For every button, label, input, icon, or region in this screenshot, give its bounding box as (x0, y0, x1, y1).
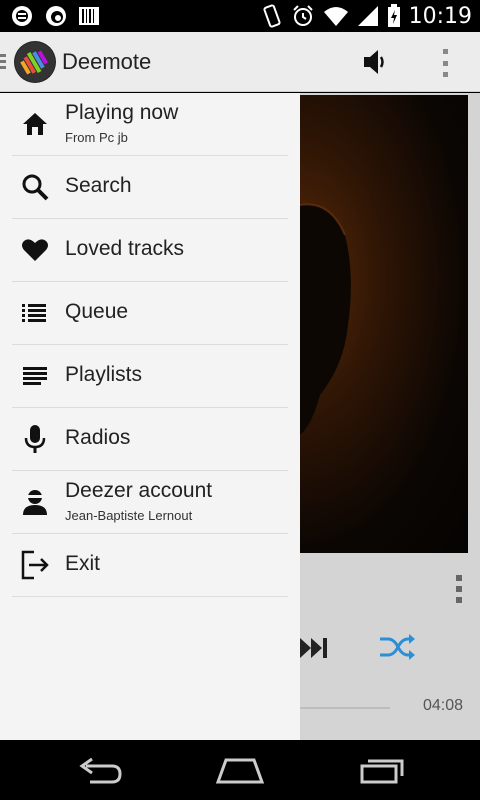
next-track-icon[interactable] (300, 637, 330, 659)
app-notification-icon (12, 6, 32, 26)
barcode-icon (79, 7, 99, 25)
heart-icon (22, 239, 48, 261)
drawer-item-label: Exit (65, 552, 101, 575)
drawer-item-subtitle: From Pc jb (65, 130, 128, 145)
track-overflow-icon[interactable] (456, 575, 464, 603)
wifi-icon (323, 7, 348, 26)
drawer-item-queue[interactable]: Queue (12, 282, 288, 345)
drawer-item-label: Playlists (65, 363, 143, 386)
battery-icon (387, 4, 400, 27)
drawer-item-playlists[interactable]: Playlists (12, 345, 288, 408)
recents-icon[interactable] (358, 754, 406, 786)
drawer-item-search[interactable]: Search (12, 156, 288, 219)
drawer-item-label: Loved tracks (65, 237, 185, 260)
alarm-icon (292, 5, 313, 26)
drawer-item-exit[interactable]: Exit (12, 534, 288, 597)
drawer-item-radios[interactable]: Radios (12, 408, 288, 471)
track-duration: 04:08 (423, 697, 464, 714)
progress-bar[interactable] (300, 707, 390, 709)
vibrate-icon (263, 4, 281, 28)
action-bar: Deemote (0, 32, 480, 92)
status-time: 10:19 (408, 3, 472, 29)
status-bar: 10:19 (0, 0, 480, 32)
album-art (299, 95, 468, 553)
drawer-item-loved-tracks[interactable]: Loved tracks (12, 219, 288, 282)
microphone-icon (24, 425, 46, 453)
app-title: Deemote (62, 49, 152, 74)
drawer-item-deezer-account[interactable]: Deezer account Jean-Baptiste Lernout (12, 471, 288, 534)
drawer-item-playing-now[interactable]: Playing now From Pc jb (12, 93, 288, 156)
queue-icon (22, 304, 46, 322)
back-icon[interactable] (76, 754, 124, 786)
drawer-item-subtitle: Jean-Baptiste Lernout (65, 508, 193, 523)
navigation-drawer: Playing now From Pc jb Search Loved trac… (0, 93, 300, 740)
account-icon (23, 490, 47, 515)
drawer-item-label: Playing now (65, 101, 179, 124)
shuffle-icon[interactable] (378, 631, 416, 663)
exit-icon (21, 550, 49, 580)
home-nav-icon[interactable] (215, 754, 265, 786)
drawer-item-label: Radios (65, 426, 131, 449)
system-nav-bar (0, 740, 480, 800)
overflow-menu-icon[interactable] (436, 46, 454, 80)
playlists-icon (23, 367, 47, 385)
sync-icon (46, 6, 66, 26)
app-logo-icon[interactable] (14, 41, 56, 83)
drawer-item-label: Search (65, 174, 132, 197)
drawer-indicator-icon[interactable] (0, 54, 6, 72)
volume-icon[interactable] (360, 46, 390, 78)
drawer-item-label: Queue (65, 300, 129, 323)
search-icon (22, 174, 49, 201)
signal-icon (357, 6, 378, 26)
drawer-item-label: Deezer account (65, 479, 213, 502)
home-icon (23, 113, 47, 135)
